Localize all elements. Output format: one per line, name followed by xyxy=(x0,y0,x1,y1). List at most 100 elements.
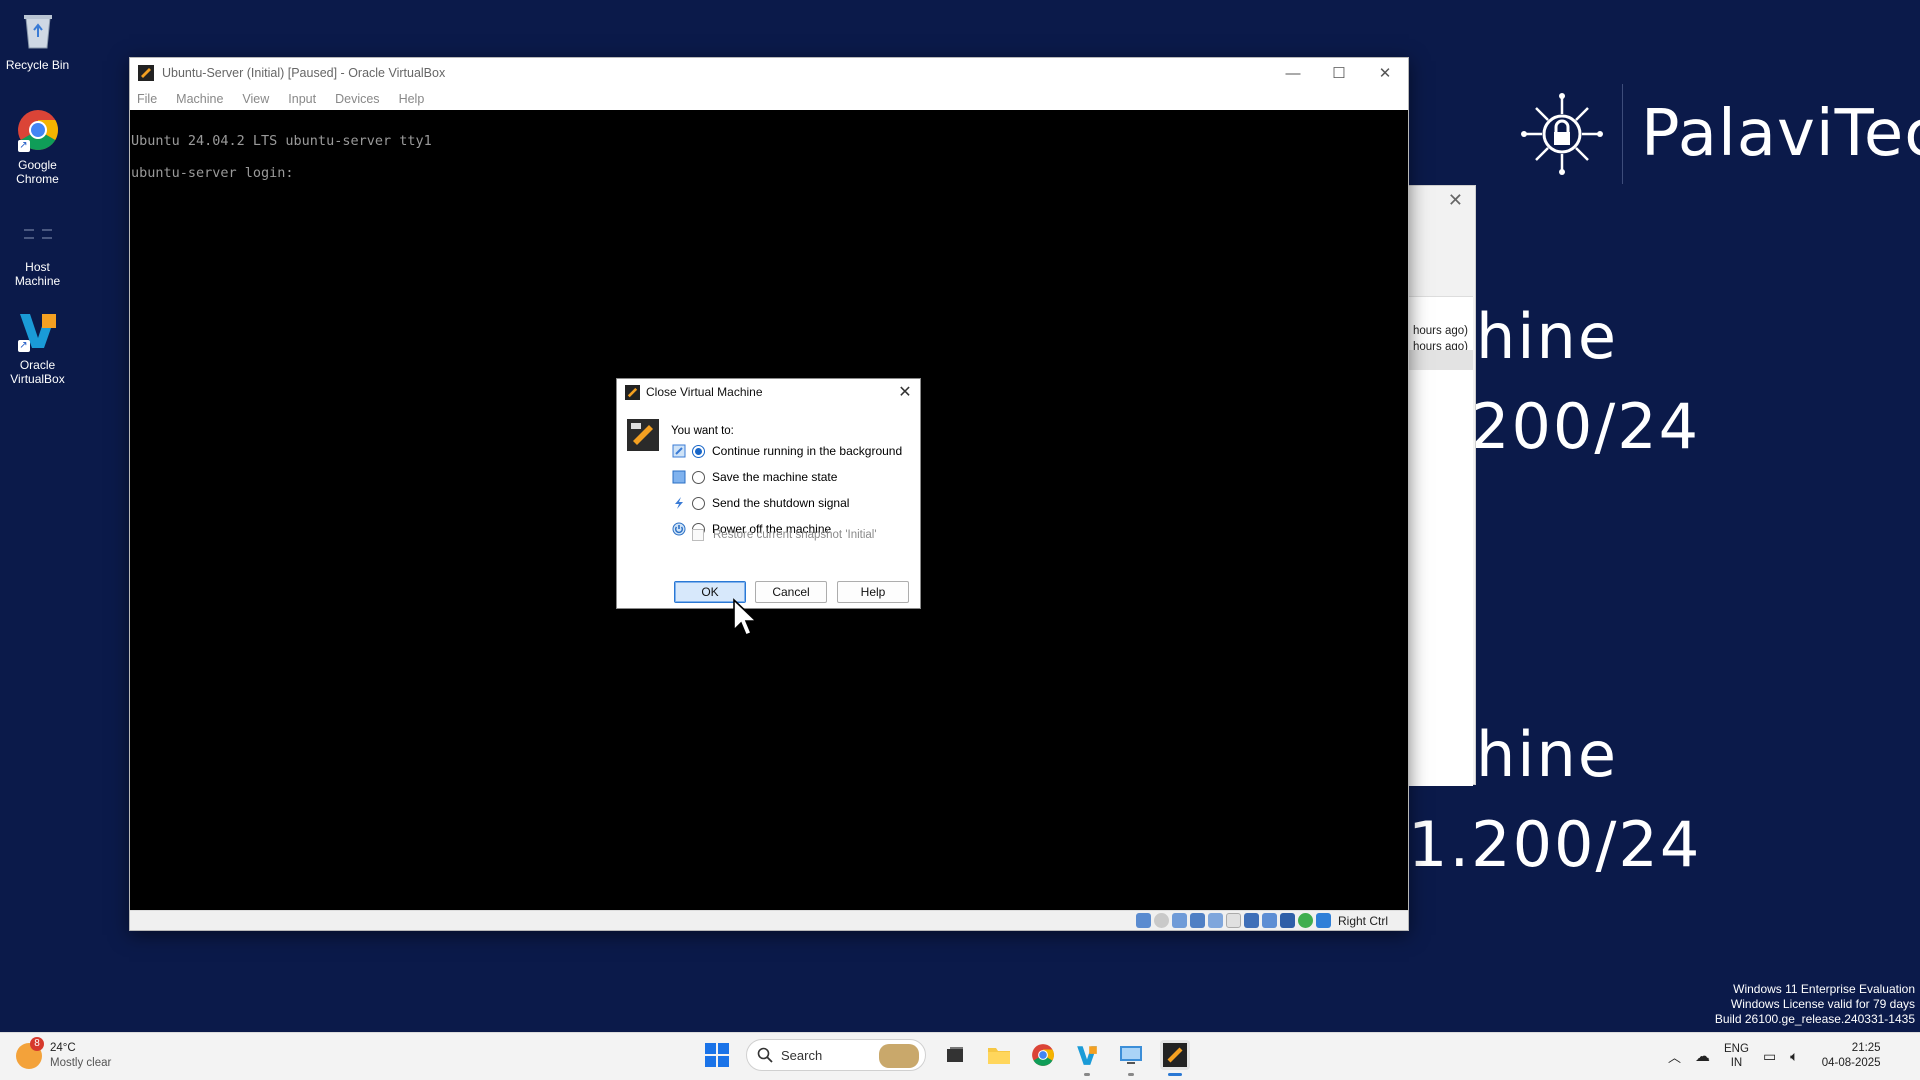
dialog-titlebar[interactable]: Close Virtual Machine ✕ xyxy=(617,379,920,405)
virtualbox-vm-icon xyxy=(1163,1043,1187,1067)
option-label: Save the machine state xyxy=(712,470,838,484)
watermark-line: Windows 11 Enterprise Evaluation xyxy=(1733,982,1915,996)
desktop-icon-google-chrome[interactable]: ↗ Google Chrome xyxy=(4,108,71,186)
close-icon[interactable]: ✕ xyxy=(1448,190,1463,211)
active-indicator xyxy=(1168,1073,1182,1076)
radio-save-state[interactable] xyxy=(692,470,705,484)
help-button[interactable]: Help xyxy=(837,581,909,603)
window-title: Ubuntu-Server (Initial) [Paused] - Oracl… xyxy=(162,66,446,80)
maximize-button[interactable]: ☐ xyxy=(1316,58,1362,88)
wallpaper-text-line3: hine xyxy=(1476,718,1618,791)
shortcut-arrow-icon: ↗ xyxy=(17,140,30,152)
brand-logo: PalaviTech xyxy=(1520,84,1920,184)
dialog-title: Close Virtual Machine xyxy=(646,385,763,399)
cancel-button[interactable]: Cancel xyxy=(755,581,827,603)
chrome-icon: ↗ xyxy=(16,108,60,152)
close-vm-dialog: Close Virtual Machine ✕ You want to: Con… xyxy=(616,378,921,609)
menu-file[interactable]: File xyxy=(137,92,157,106)
network-icon xyxy=(16,210,60,254)
cloud-offline-icon[interactable]: ☁ xyxy=(1695,1047,1710,1065)
cpu-icon[interactable] xyxy=(1279,913,1295,928)
list-item[interactable]: hours ago) xyxy=(1401,297,1473,337)
save-state-icon xyxy=(672,470,686,484)
chevron-up-icon[interactable]: ︿ xyxy=(1668,1047,1681,1066)
remote-desktop-icon xyxy=(1120,1046,1142,1064)
audio-icon[interactable] xyxy=(1171,913,1187,928)
desktop-icon-label: Google Chrome xyxy=(16,158,59,186)
desktop-icon-host-machine[interactable]: Host Machine xyxy=(4,210,71,288)
taskbar-remote-desktop[interactable] xyxy=(1116,1040,1146,1076)
shutdown-signal-icon xyxy=(672,496,686,510)
option-label: Send the shutdown signal xyxy=(712,496,850,510)
desktop-icon-recycle-bin[interactable]: Recycle Bin xyxy=(4,8,71,72)
option-label: Continue running in the background xyxy=(712,444,903,458)
virtualbox-logo-icon xyxy=(627,419,659,451)
desktop-icon-label: Recycle Bin xyxy=(5,58,70,72)
host-key-label: Right Ctrl xyxy=(1337,913,1388,928)
language-indicator[interactable]: ENG IN xyxy=(1724,1042,1749,1070)
open-indicator xyxy=(1084,1073,1090,1076)
dialog-prompt: You want to: xyxy=(671,425,734,437)
weather-badge: 8 xyxy=(30,1037,44,1051)
mouse-integration-icon[interactable] xyxy=(1315,913,1331,928)
taskbar-task-view[interactable] xyxy=(940,1040,970,1070)
search-highlight-icon xyxy=(879,1044,919,1068)
background-window[interactable]: ✕ hours ago) hours ago) xyxy=(1400,185,1476,786)
restore-snapshot-checkbox xyxy=(692,529,704,541)
console-banner: Ubuntu 24.04.2 LTS ubuntu-server tty1 xyxy=(131,133,432,149)
weather-widget[interactable]: 8 24°C Mostly clear xyxy=(16,1037,112,1071)
start-button[interactable] xyxy=(702,1040,732,1070)
taskbar-virtualbox-manager[interactable] xyxy=(1072,1040,1102,1076)
radio-continue-background[interactable] xyxy=(692,444,705,458)
folder-icon xyxy=(988,1048,1010,1064)
restore-snapshot-label: Restore current snapshot 'Initial' xyxy=(713,529,877,541)
radio-shutdown-signal[interactable] xyxy=(692,496,705,510)
taskbar-virtualbox-vm[interactable] xyxy=(1160,1040,1190,1076)
option-continue-background[interactable]: Continue running in the background xyxy=(672,442,902,460)
network-icon[interactable]: ▭ xyxy=(1763,1048,1776,1065)
power-icon xyxy=(672,522,686,536)
background-list[interactable]: hours ago) hours ago) xyxy=(1401,296,1473,786)
menu-help[interactable]: Help xyxy=(399,92,425,106)
display-icon[interactable] xyxy=(1243,913,1259,928)
clock-date: 04-08-2025 xyxy=(1821,1057,1881,1069)
clock-time: 21:25 xyxy=(1851,1042,1881,1054)
optical-drive-icon[interactable] xyxy=(1153,913,1169,928)
guest-additions-icon[interactable] xyxy=(1297,913,1313,928)
windows-watermark: Windows 11 Enterprise Evaluation Windows… xyxy=(1715,982,1915,1027)
desktop-icon-oracle-virtualbox[interactable]: ↗ Oracle VirtualBox xyxy=(4,308,71,386)
shared-folders-icon[interactable] xyxy=(1225,913,1241,928)
minimize-button[interactable]: — xyxy=(1270,58,1316,88)
restore-snapshot-option: Restore current snapshot 'Initial' xyxy=(692,529,877,541)
option-save-state[interactable]: Save the machine state xyxy=(672,468,837,486)
continue-running-icon xyxy=(672,444,686,458)
hard-disk-icon[interactable] xyxy=(1135,913,1151,928)
brand-divider xyxy=(1622,84,1623,184)
brand-lock-gear-icon xyxy=(1521,93,1603,175)
virtualbox-window-icon xyxy=(138,65,154,81)
system-tray: ︿ ☁ ENG IN ▭ 🔈︎ 21:25 04-08-2025 xyxy=(1668,1041,1881,1071)
taskbar-file-explorer[interactable] xyxy=(984,1040,1014,1070)
menu-view[interactable]: View xyxy=(242,92,269,106)
search-icon xyxy=(757,1047,773,1063)
menu-devices[interactable]: Devices xyxy=(335,92,379,106)
chrome-icon xyxy=(1032,1044,1054,1066)
window-titlebar[interactable]: Ubuntu-Server (Initial) [Paused] - Oracl… xyxy=(130,58,1408,88)
usb-icon[interactable] xyxy=(1207,913,1223,928)
close-button[interactable]: ✕ xyxy=(1362,58,1408,88)
menu-machine[interactable]: Machine xyxy=(176,92,223,106)
network-status-icon[interactable] xyxy=(1189,913,1205,928)
recording-icon[interactable] xyxy=(1261,913,1277,928)
volume-icon[interactable]: 🔈︎ xyxy=(1790,1048,1798,1065)
menu-input[interactable]: Input xyxy=(288,92,316,106)
option-shutdown-signal[interactable]: Send the shutdown signal xyxy=(672,494,849,512)
taskbar-search[interactable]: Search xyxy=(746,1039,926,1071)
dialog-close-button[interactable]: ✕ xyxy=(890,382,920,402)
clock[interactable]: 21:25 04-08-2025 xyxy=(1813,1041,1881,1071)
taskbar-chrome[interactable] xyxy=(1028,1040,1058,1070)
weather-condition: Mostly clear xyxy=(50,1057,112,1069)
menu-bar: File Machine View Input Devices Help xyxy=(130,88,1408,110)
desktop-icon-label: Oracle VirtualBox xyxy=(10,358,65,386)
language-code: ENG xyxy=(1724,1043,1749,1055)
watermark-line: Windows License valid for 79 days xyxy=(1730,997,1915,1011)
